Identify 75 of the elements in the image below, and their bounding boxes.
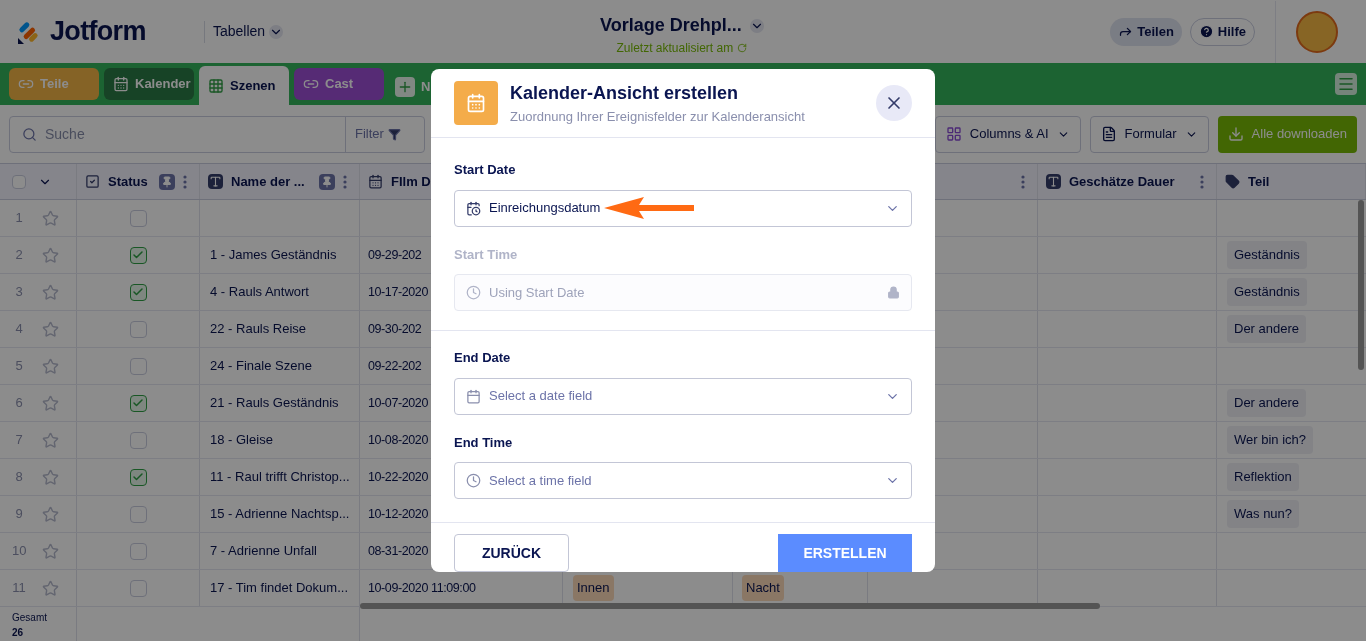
row-number: 5 <box>14 357 24 376</box>
table-cell-text: 1 - James Geständnis <box>210 246 337 265</box>
tag-chip: Reflektion <box>1227 463 1299 491</box>
document-title[interactable]: Vorlage Drehpl... <box>600 12 742 39</box>
columns-button[interactable]: Columns & AI <box>934 115 1081 153</box>
tag-chip: Innen <box>573 575 614 601</box>
row-number: 1 <box>14 209 24 228</box>
tag-chip: Was nun? <box>1227 500 1300 528</box>
column-header[interactable]: Geschätze Dauer <box>1069 171 1175 192</box>
field-placeholder: Select a time field <box>489 471 592 490</box>
table-cell-text: 09-29-202 <box>368 246 422 264</box>
table-cell-text: 4 - Rauls Antwort <box>210 283 309 302</box>
table-cell-text: 09-22-202 <box>368 357 422 375</box>
row-number: 11 <box>12 579 26 598</box>
back-button[interactable]: ZURÜCK <box>454 534 569 572</box>
share-button[interactable]: Teilen <box>1110 17 1182 46</box>
tag-chip: Geständnis <box>1227 241 1307 269</box>
column-header[interactable]: Teil <box>1248 171 1270 192</box>
row-number: 8 <box>14 468 24 487</box>
table-cell-text: 10-22-2020 <box>368 468 428 486</box>
view-tab[interactable]: Kalender <box>104 68 194 100</box>
dialog-subtitle: Zuordnung Ihrer Ereignisfelder zur Kalenderansicht <box>510 107 805 126</box>
table-cell-text: 08-31-2020 <box>368 542 428 560</box>
table-cell-text: 18 - Gleise <box>210 431 273 450</box>
table-cell-text: 22 - Rauls Reise <box>210 320 307 339</box>
table-cell-text: 11 - Raul trifft Christop... <box>210 468 350 487</box>
table-cell-text: 10-12-2020 <box>368 505 428 523</box>
total-count: 26 <box>12 626 25 640</box>
table-cell-text: 10-07-2020 <box>368 394 428 412</box>
row-number: 9 <box>14 505 24 524</box>
row-number: 3 <box>14 283 24 302</box>
table-cell-text: 21 - Rauls Geständnis <box>210 394 339 413</box>
table-cell-text: 7 - Adrienne Unfall <box>210 542 317 561</box>
column-header[interactable]: Status <box>108 171 148 192</box>
form-button[interactable]: Formular <box>1089 115 1209 153</box>
search-input[interactable]: Suche <box>45 123 345 145</box>
create-button[interactable]: ERSTELLEN <box>778 534 912 572</box>
field-label: End Date <box>454 349 512 367</box>
total-label: Gesamt <box>12 611 48 625</box>
view-tab[interactable]: Cast <box>294 68 384 100</box>
last-updated-text: Zuletzt aktualisiert am <box>616 40 734 57</box>
view-tab[interactable]: Szenen <box>199 66 289 105</box>
row-number: 2 <box>14 246 24 265</box>
tag-chip: Geständnis <box>1227 278 1307 306</box>
column-header[interactable]: Name der ... <box>231 171 305 192</box>
field-value: Einreichungsdatum <box>489 199 601 218</box>
table-cell-text: 09-30-202 <box>368 320 422 338</box>
tag-chip: Der andere <box>1227 389 1307 417</box>
tag-chip: Wer bin ich? <box>1227 426 1313 454</box>
logo-text: Jotform <box>50 15 146 49</box>
tables-menu[interactable]: Tabellen <box>213 21 284 42</box>
select-field[interactable]: Select a time field <box>454 462 912 499</box>
search-field[interactable]: Suche Filter <box>9 115 425 153</box>
field-label: Start Date <box>454 161 517 179</box>
select-field[interactable]: Select a date field <box>454 377 912 415</box>
field-placeholder: Using Start Date <box>489 283 585 302</box>
select-field[interactable]: Einreichungsdatum <box>454 189 912 227</box>
field-label: Start Time <box>454 245 519 264</box>
tag-chip: Nacht <box>742 575 784 601</box>
column-header[interactable]: FIlm D <box>391 171 431 192</box>
row-number: 7 <box>14 431 24 450</box>
tag-chip: Der andere <box>1227 315 1307 343</box>
dialog-title: Kalender-Ansicht erstellen <box>510 81 740 105</box>
row-number: 10 <box>12 542 26 561</box>
row-number: 6 <box>14 394 24 413</box>
field-label: End Time <box>454 433 514 452</box>
table-cell-text: 15 - Adrienne Nachtsp... <box>210 505 350 524</box>
table-cell-text: 10-17-2020 <box>368 283 428 301</box>
row-number: 4 <box>14 320 24 339</box>
filter-button[interactable]: Filter <box>345 116 401 152</box>
table-cell-text: 17 - Tim findet Dokum... <box>210 579 348 598</box>
table-cell-text: 24 - Finale Szene <box>210 357 312 376</box>
table-cell-text: 10-09-2020 11:09:00 <box>368 579 476 597</box>
table-cell-text: 10-08-2020 <box>368 431 428 449</box>
field-placeholder: Select a date field <box>489 387 593 406</box>
